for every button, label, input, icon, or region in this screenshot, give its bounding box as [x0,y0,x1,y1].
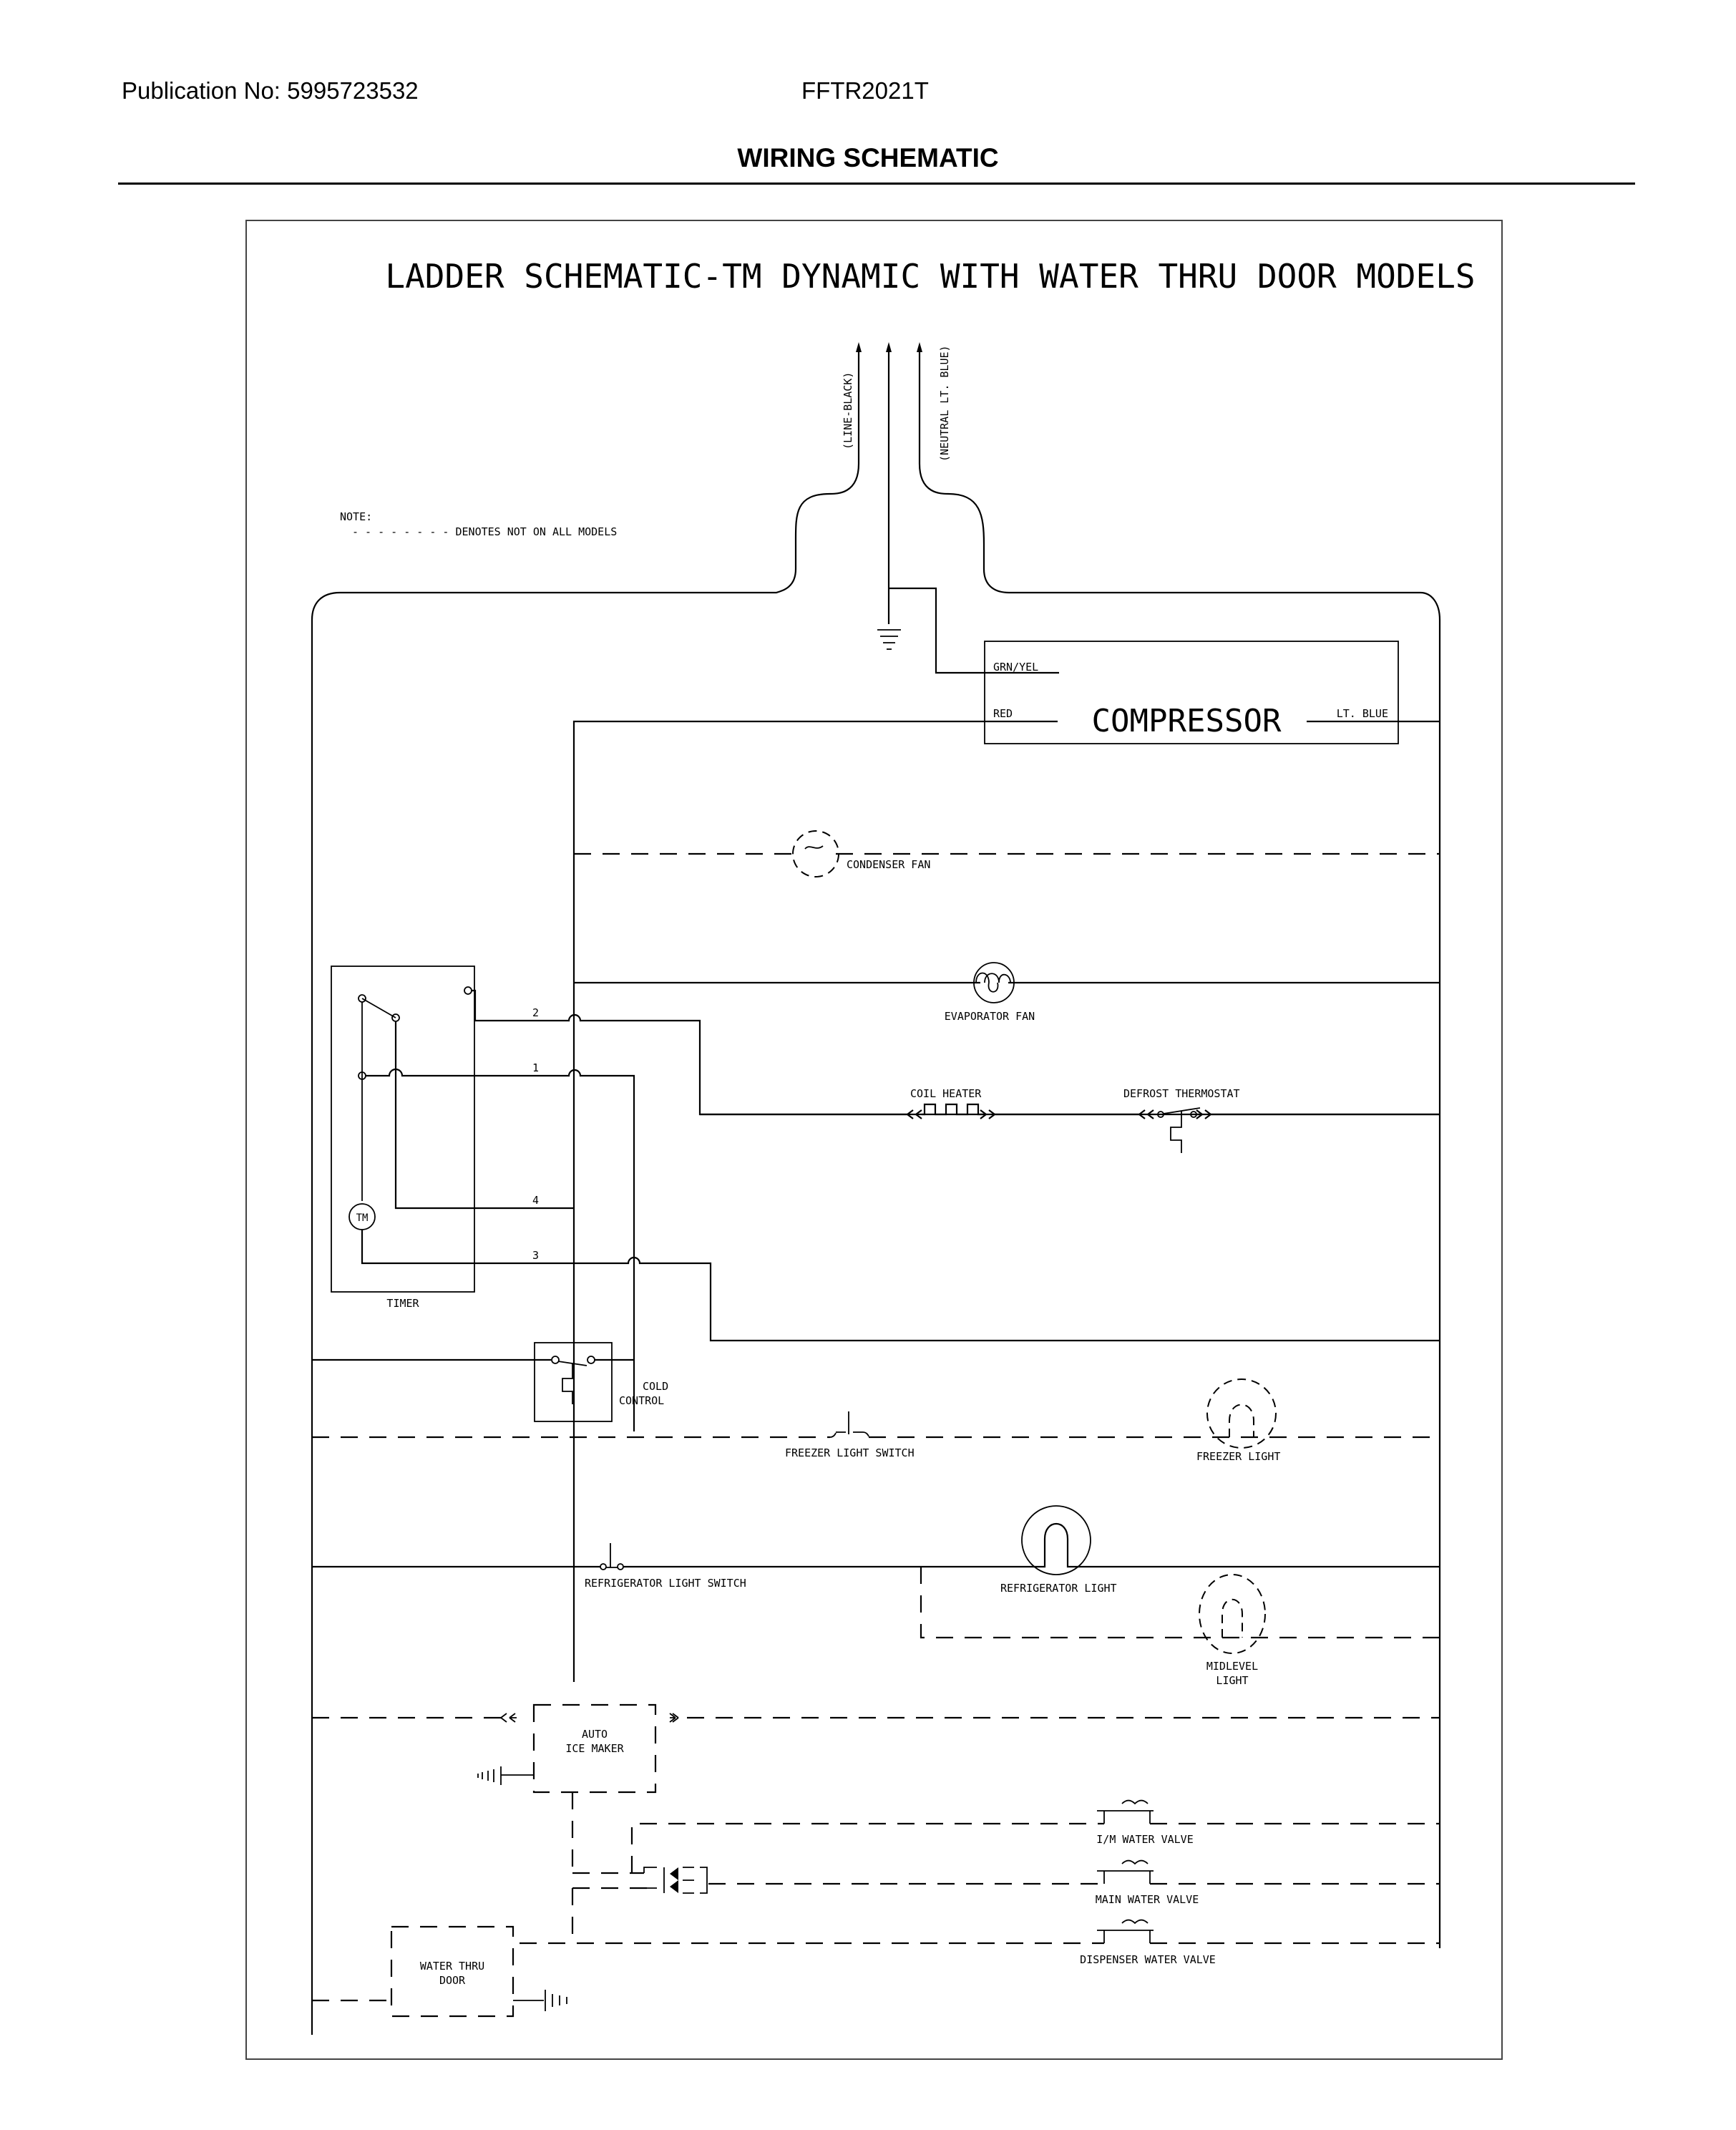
water-thru-door: WATER THRU DOOR [312,1925,567,2018]
evaporator-fan-rung: EVAPORATOR FAN [574,962,1440,1023]
midlevel-light-icon [1199,1574,1266,1654]
note-text: - - - - - - - - DENOTES NOT ON ALL MODEL… [352,525,617,538]
line-wire [311,347,860,2035]
dispenser-water-valve-label: DISPENSER WATER VALVE [1080,1953,1216,1966]
arrow-up-icon [886,342,892,352]
arrow-up-icon [917,342,922,352]
supply-leads: (LINE-BLACK) (NEUTRAL LT. BLUE) [311,342,1441,2035]
ice-maker-rung: AUTO ICE MAKER [312,1703,1440,1875]
water-thru-door-connector-icon [513,1990,567,2011]
note-label: NOTE: [340,510,372,523]
neutral-wire [918,347,1441,1948]
ladder-schematic: LADDER SCHEMATIC-TM DYNAMIC WITH WATER T… [311,257,1476,2035]
defrost-heater-rung: COIL HEATER DEFROST THERMOSTAT [700,1087,1440,1153]
refrigerator-light-icon [1021,1505,1091,1575]
terminal-1-label: 1 [532,1061,539,1074]
condenser-fan-label: CONDENSER FAN [847,858,930,871]
cold-control: COLD CONTROL [312,1342,668,1422]
compressor: GRN/YEL RED LT. BLUE COMPRESSOR [572,587,1440,1682]
ice-maker-label-2: ICE MAKER [565,1742,624,1755]
neutral-label: (NEUTRAL LT. BLUE) [938,345,951,462]
terminal-2-label: 2 [532,1006,539,1019]
midlevel-light-label-1: MIDLEVEL [1206,1660,1258,1673]
connector-icon [643,1867,665,1893]
cold-control-icon [562,1363,573,1404]
ground-icon [877,629,901,650]
red-label: RED [993,707,1013,720]
terminal-4-label: 4 [532,1194,539,1207]
cold-control-label-1: COLD [643,1380,668,1393]
ice-maker-connector-icon [477,1766,534,1785]
main-water-valve-icon [1097,1859,1154,1884]
timer-terminal-3-wire [361,1230,1440,1342]
compressor-label: COMPRESSOR [1092,703,1282,739]
freezer-light-switch-label: FREEZER LIGHT SWITCH [785,1446,915,1459]
line-black-label: (LINE-BLACK) [842,372,854,449]
ice-maker-label-1: AUTO [582,1728,608,1741]
freezer-light-label: FREEZER LIGHT [1196,1450,1280,1463]
grn-yel-label: GRN/YEL [993,661,1038,673]
main-water-valve-label: MAIN WATER VALVE [1096,1893,1199,1906]
im-water-valve-icon [1097,1799,1154,1824]
refrigerator-light-switch-label: REFRIGERATOR LIGHT SWITCH [585,1577,746,1590]
defrost-thermostat-icon [1170,1111,1182,1153]
timer-motor-label: TM [356,1212,369,1224]
refrigerator-light-label: REFRIGERATOR LIGHT [1000,1582,1117,1595]
defrost-timer: TM TIMER 2 1 4 3 [331,966,1440,1431]
defrost-thermostat-label: DEFROST THERMOSTAT [1123,1087,1240,1100]
timer-terminal-4-wire [394,1021,574,1210]
coil-heater-label: COIL HEATER [910,1087,982,1100]
dispenser-water-valve-icon [1097,1919,1154,1943]
water-thru-door-label-2: DOOR [439,1974,466,1987]
freezer-light-switch-icon [829,1411,869,1438]
timer-terminal-1-wire [366,1068,635,1431]
condenser-fan-rung: CONDENSER FAN [574,830,1440,877]
freezer-light-rung: FREEZER LIGHT SWITCH FREEZER LIGHT [312,1378,1440,1463]
terminal-3-label: 3 [532,1249,539,1262]
evaporator-fan-label: EVAPORATOR FAN [945,1010,1035,1023]
timer-label: TIMER [386,1297,419,1310]
coil-heater-icon [700,1103,1139,1119]
refrigerator-light-rung: REFRIGERATOR LIGHT SWITCH REFRIGERATOR L… [312,1505,1440,1687]
lt-blue-label: LT. BLUE [1337,707,1388,720]
midlevel-light-label-2: LIGHT [1216,1674,1248,1687]
water-thru-door-label-1: WATER THRU [420,1960,484,1973]
refrigerator-light-switch-icon [605,1543,618,1568]
schematic-title: LADDER SCHEMATIC-TM DYNAMIC WITH WATER T… [385,257,1475,296]
cold-control-label-2: CONTROL [619,1394,664,1407]
condenser-fan-icon [792,830,839,877]
im-water-valve-label: I/M WATER VALVE [1096,1833,1193,1846]
arrow-up-icon [856,342,862,352]
red-wire [572,720,1058,1682]
water-valves: I/M WATER VALVE MAIN WATER VALVE DISPENS… [520,1799,1440,1966]
